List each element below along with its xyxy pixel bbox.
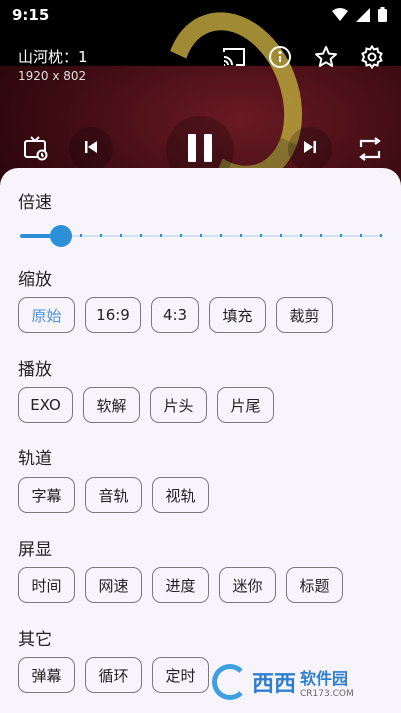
scale-chip-fill[interactable]: 填充	[209, 297, 266, 333]
cast-icon[interactable]	[221, 44, 247, 70]
video-title: 山河枕：1	[18, 48, 88, 66]
settings-gear-icon[interactable]	[359, 44, 385, 70]
slider-tick	[40, 234, 42, 237]
play-title: 播放	[18, 360, 52, 380]
play-chip-exo[interactable]: EXO	[18, 387, 73, 423]
other-title: 其它	[18, 630, 52, 650]
play-chip-soft-decode[interactable]: 软解	[83, 387, 140, 423]
other-chip-timer[interactable]: 定时	[152, 657, 209, 693]
play-options: EXO 软解 片头 片尾	[18, 387, 274, 423]
screen: 9:15 山河枕：1 1920 x 802 倍速 缩放 原始 16:9 4:3 …	[0, 0, 401, 713]
track-chip-subtitle[interactable]: 字幕	[18, 477, 75, 513]
other-chip-loop[interactable]: 循环	[85, 657, 142, 693]
scale-chip-16-9[interactable]: 16:9	[85, 297, 141, 333]
other-chip-danmaku[interactable]: 弹幕	[18, 657, 75, 693]
slider-tick	[340, 234, 342, 237]
display-chip-progress[interactable]: 进度	[152, 567, 209, 603]
status-time: 9:15	[12, 6, 50, 24]
orientation-swap-icon[interactable]	[356, 136, 384, 162]
display-options: 时间 网速 进度 迷你 标题	[18, 567, 343, 603]
slider-tick	[220, 234, 222, 237]
skip-previous-icon	[83, 139, 99, 159]
scale-chip-original[interactable]: 原始	[18, 297, 75, 333]
pause-icon	[186, 132, 214, 168]
display-chip-speed[interactable]: 网速	[85, 567, 142, 603]
info-icon[interactable]	[267, 44, 293, 70]
skip-next-icon	[302, 139, 318, 159]
play-chip-opening[interactable]: 片头	[150, 387, 207, 423]
star-icon[interactable]	[313, 44, 339, 70]
next-button[interactable]	[288, 127, 332, 171]
slider-tick	[380, 234, 382, 237]
slider-tick	[80, 234, 82, 237]
speed-slider[interactable]	[20, 224, 382, 248]
track-chip-video[interactable]: 视轨	[152, 477, 209, 513]
watermark-circle-icon	[212, 664, 248, 700]
slider-tick	[300, 234, 302, 237]
slider-thumb[interactable]	[50, 225, 72, 247]
signal-icon	[356, 7, 370, 26]
slider-tick	[100, 234, 102, 237]
watermark-logo: 西西 软件园 CR173.COM	[212, 662, 382, 702]
scale-chip-crop[interactable]: 裁剪	[276, 297, 333, 333]
watermark-name: 软件园	[300, 669, 349, 688]
scale-options: 原始 16:9 4:3 填充 裁剪	[18, 297, 333, 333]
track-options: 字幕 音轨 视轨	[18, 477, 209, 513]
video-resolution: 1920 x 802	[18, 69, 87, 83]
previous-button[interactable]	[69, 127, 113, 171]
slider-tick	[160, 234, 162, 237]
slider-tick	[140, 234, 142, 237]
slider-tick	[180, 234, 182, 237]
slider-tick	[280, 234, 282, 237]
watermark-brand: 西西	[252, 672, 297, 697]
watermark-url: CR173.COM	[300, 689, 354, 699]
track-title: 轨道	[18, 449, 52, 469]
slider-tick	[320, 234, 322, 237]
play-chip-ending[interactable]: 片尾	[217, 387, 274, 423]
slider-tick	[260, 234, 262, 237]
tv-speed-icon[interactable]	[22, 134, 50, 162]
status-bar: 9:15	[0, 0, 401, 30]
battery-icon	[378, 7, 387, 26]
track-chip-audio[interactable]: 音轨	[85, 477, 142, 513]
display-chip-mini[interactable]: 迷你	[219, 567, 276, 603]
player-top-actions	[221, 44, 385, 70]
slider-tick	[360, 234, 362, 237]
speed-title: 倍速	[18, 193, 52, 213]
wifi-icon	[332, 7, 348, 26]
settings-sheet	[0, 168, 401, 713]
display-chip-title[interactable]: 标题	[286, 567, 343, 603]
display-title: 屏显	[18, 540, 52, 560]
slider-tick	[120, 234, 122, 237]
scale-title: 缩放	[18, 270, 52, 290]
slider-tick	[200, 234, 202, 237]
display-chip-time[interactable]: 时间	[18, 567, 75, 603]
other-options: 弹幕 循环 定时	[18, 657, 209, 693]
slider-tick	[240, 234, 242, 237]
scale-chip-4-3[interactable]: 4:3	[151, 297, 199, 333]
